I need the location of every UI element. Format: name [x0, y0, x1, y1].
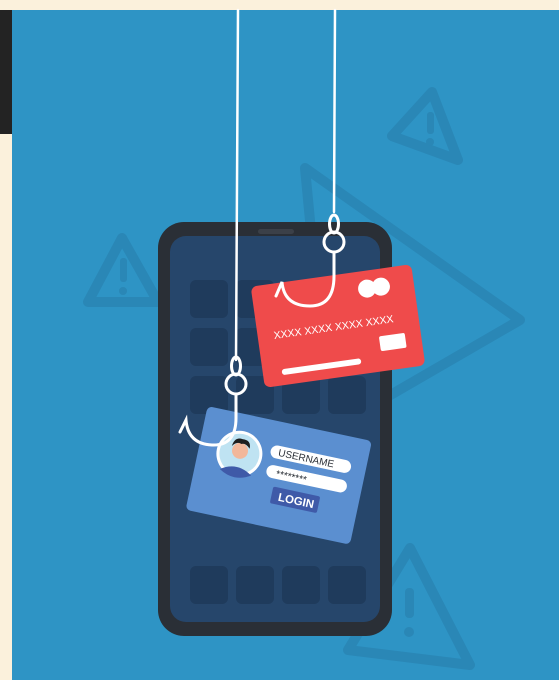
dock-tile — [190, 566, 228, 604]
exclamation-mark — [405, 588, 414, 618]
app-tile — [328, 376, 366, 414]
exclamation-dot — [119, 287, 127, 295]
dock-tile — [282, 566, 320, 604]
dock-tile — [236, 566, 274, 604]
app-tile — [190, 328, 228, 366]
phone-speaker — [258, 229, 294, 234]
fishing-line-right — [332, 8, 337, 214]
top-band — [0, 0, 559, 10]
left-edge-strip — [0, 10, 12, 134]
exclamation-dot — [404, 627, 414, 637]
dock-tile — [328, 566, 366, 604]
exclamation-mark — [427, 112, 434, 134]
app-tile — [190, 280, 228, 318]
exclamation-mark — [120, 258, 127, 282]
phishing-illustration: XXXX XXXX XXXX XXXX USERNAME ******** LO… — [0, 0, 559, 680]
exclamation-dot — [426, 138, 434, 146]
